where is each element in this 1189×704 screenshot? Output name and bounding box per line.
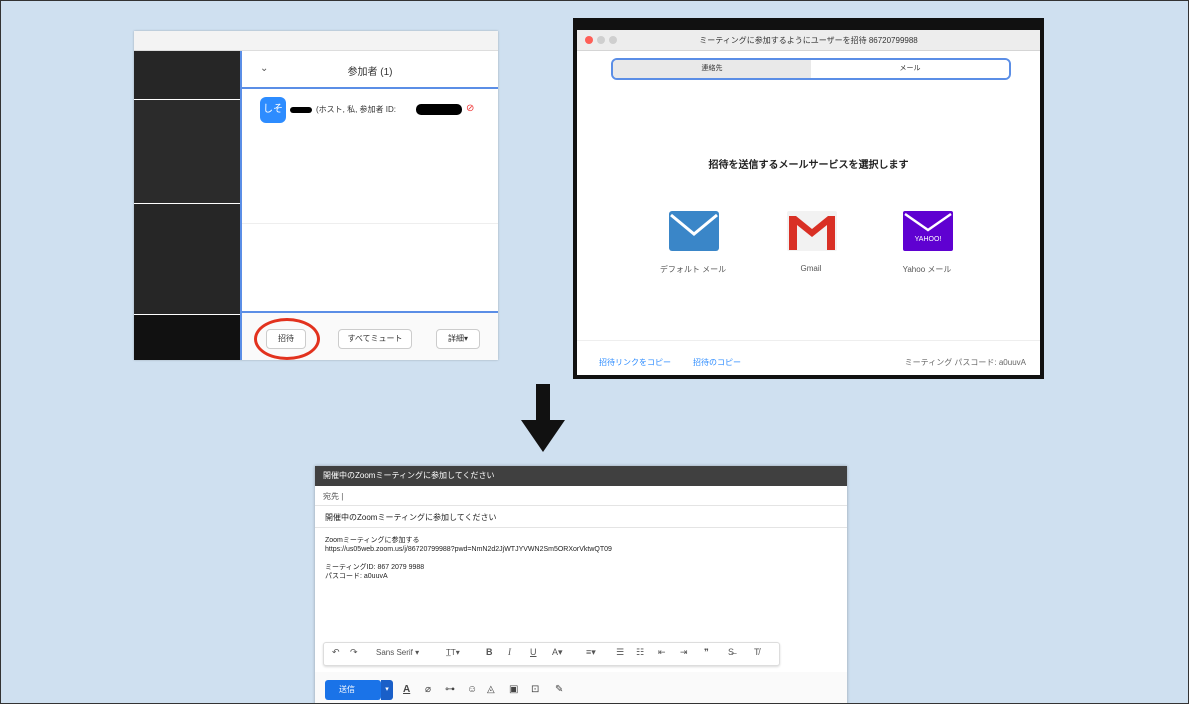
body-line: ミーティングID: 867 2079 9988 [325, 564, 425, 571]
participants-title: 参加者 (1) [347, 67, 393, 78]
yahoo-mail-icon [903, 211, 953, 251]
redacted-id [416, 104, 462, 115]
clear-formatting-icon[interactable]: T̸ [754, 647, 760, 657]
send-button[interactable]: 送信 [325, 680, 381, 700]
redacted-name [290, 107, 312, 113]
undo-icon[interactable]: ↶ [332, 647, 340, 658]
video-tile [134, 315, 240, 360]
attach-icon[interactable]: ⌀ [425, 684, 431, 695]
copy-invitation[interactable]: 招待のコピー [693, 357, 741, 368]
send-options-icon[interactable]: ▾ [381, 680, 393, 700]
invite-tabs: 連絡先 メール [611, 58, 1011, 80]
copy-invite-link[interactable]: 招待リンクをコピー [599, 357, 671, 368]
participants-header: ⌄ 参加者 (1) [242, 51, 498, 89]
gmail-icon [787, 211, 837, 251]
video-tile [134, 204, 240, 314]
yahoo-mail-option[interactable]: YAHOO! Yahoo メール [877, 210, 977, 280]
tab-email[interactable]: メール [811, 60, 1009, 78]
zoom-participants-window: ⌄ 参加者 (1) しそ (ホスト, 私, 参加者 ID: ⊘ 招待 すべてミュ… [134, 31, 498, 360]
invite-button[interactable]: 招待 [266, 329, 306, 349]
title-bar: ミーティングに参加するようにユーザーを招待 86720799988 [577, 30, 1040, 51]
zoom-invite-dialog-frame: ミーティングに参加するようにユーザーを招待 86720799988 連絡先 メー… [573, 18, 1044, 379]
participants-footer: 招待 すべてミュート 詳細▾ [242, 311, 498, 360]
bold-icon[interactable]: B [486, 647, 493, 657]
arrow-down-icon [521, 384, 565, 452]
mute-all-button[interactable]: すべてミュート [338, 329, 412, 349]
meeting-url[interactable]: https://us05web.zoom.us/j/86720799988?pw… [325, 545, 835, 554]
meeting-passcode: ミーティング パスコード: a0uuvA [904, 358, 1026, 367]
yahoo-logo-text: YAHOO! [914, 236, 942, 243]
subject-field[interactable]: 開催中のZoomミーティングに参加してください [315, 508, 847, 528]
video-off-icon: ⊘ [466, 103, 475, 114]
participant-row[interactable]: しそ (ホスト, 私, 参加者 ID: ⊘ [260, 97, 498, 125]
format-icon[interactable]: A [403, 684, 410, 695]
font-select[interactable]: Sans Serif ▾ [376, 648, 419, 657]
text-color-icon[interactable]: A▾ [552, 647, 563, 658]
participants-panel: ⌄ 参加者 (1) しそ (ホスト, 私, 参加者 ID: ⊘ 招待 すべてミュ… [240, 51, 498, 360]
gmail-option[interactable]: Gmail [761, 210, 861, 280]
video-tile [134, 100, 240, 203]
body-line: パスコード: a0uuvA [325, 573, 388, 580]
redo-icon[interactable]: ↷ [350, 647, 358, 658]
compose-bottom-bar: 送信 ▾ A ⌀ ⊶ ☺ ◬ ▣ ⊡ ✎ [315, 672, 847, 703]
numbered-list-icon[interactable]: ☰ [616, 647, 624, 658]
indent-more-icon[interactable]: ⇥ [680, 647, 688, 658]
formatting-toolbar: ↶ ↷ Sans Serif ▾ T̲T▾ B I U A▾ ≡▾ ☰ ☷ ⇤ … [323, 642, 780, 666]
quote-icon[interactable]: ❞ [704, 647, 709, 658]
drive-icon[interactable]: ◬ [487, 684, 495, 695]
video-tile [134, 51, 240, 99]
divider [242, 223, 498, 224]
window-title: ミーティングに参加するようにユーザーを招待 86720799988 [699, 36, 918, 45]
tab-contacts[interactable]: 連絡先 [613, 60, 811, 78]
invite-window: ミーティングに参加するようにユーザーを招待 86720799988 連絡先 メー… [577, 30, 1040, 375]
pen-icon[interactable]: ✎ [555, 684, 563, 695]
tutorial-canvas: ⌄ 参加者 (1) しそ (ホスト, 私, 参加者 ID: ⊘ 招待 すべてミュ… [0, 0, 1189, 704]
align-icon[interactable]: ≡▾ [586, 647, 596, 658]
default-mail-option[interactable]: デフォルト メール [643, 210, 743, 280]
underline-icon[interactable]: U [530, 647, 537, 657]
mail-icon [669, 211, 719, 251]
strikethrough-icon[interactable]: S̶ [728, 647, 734, 657]
to-field[interactable]: 宛先 | [315, 488, 847, 506]
body-line: Zoomミーティングに参加する [325, 537, 420, 544]
font-size-icon[interactable]: T̲T▾ [446, 648, 460, 657]
more-button[interactable]: 詳細▾ [436, 329, 480, 349]
compose-header: 開催中のZoomミーティングに参加してください [315, 466, 847, 486]
italic-icon[interactable]: I [508, 647, 511, 657]
service-label: Gmail [800, 264, 822, 273]
link-icon[interactable]: ⊶ [445, 684, 455, 695]
email-service-heading: 招待を送信するメールサービスを選択します [708, 160, 909, 171]
service-label: Yahoo メール [902, 265, 952, 274]
window-top-strip [134, 31, 498, 51]
message-body[interactable]: Zoomミーティングに参加する https://us05web.zoom.us/… [325, 536, 835, 581]
bulleted-list-icon[interactable]: ☷ [636, 647, 644, 658]
avatar: しそ [260, 97, 286, 123]
emoji-icon[interactable]: ☺ [467, 684, 477, 695]
photo-icon[interactable]: ▣ [509, 684, 518, 695]
gmail-compose-window: 開催中のZoomミーティングに参加してください 宛先 | 開催中のZoomミーテ… [315, 466, 847, 703]
invite-footer: 招待リンクをコピー 招待のコピー ミーティング パスコード: a0uuvA [577, 340, 1040, 376]
indent-less-icon[interactable]: ⇤ [658, 647, 666, 658]
lock-icon[interactable]: ⊡ [531, 684, 539, 695]
participant-role-text: (ホスト, 私, 参加者 ID: [316, 105, 396, 114]
service-label: デフォルト メール [659, 265, 727, 274]
